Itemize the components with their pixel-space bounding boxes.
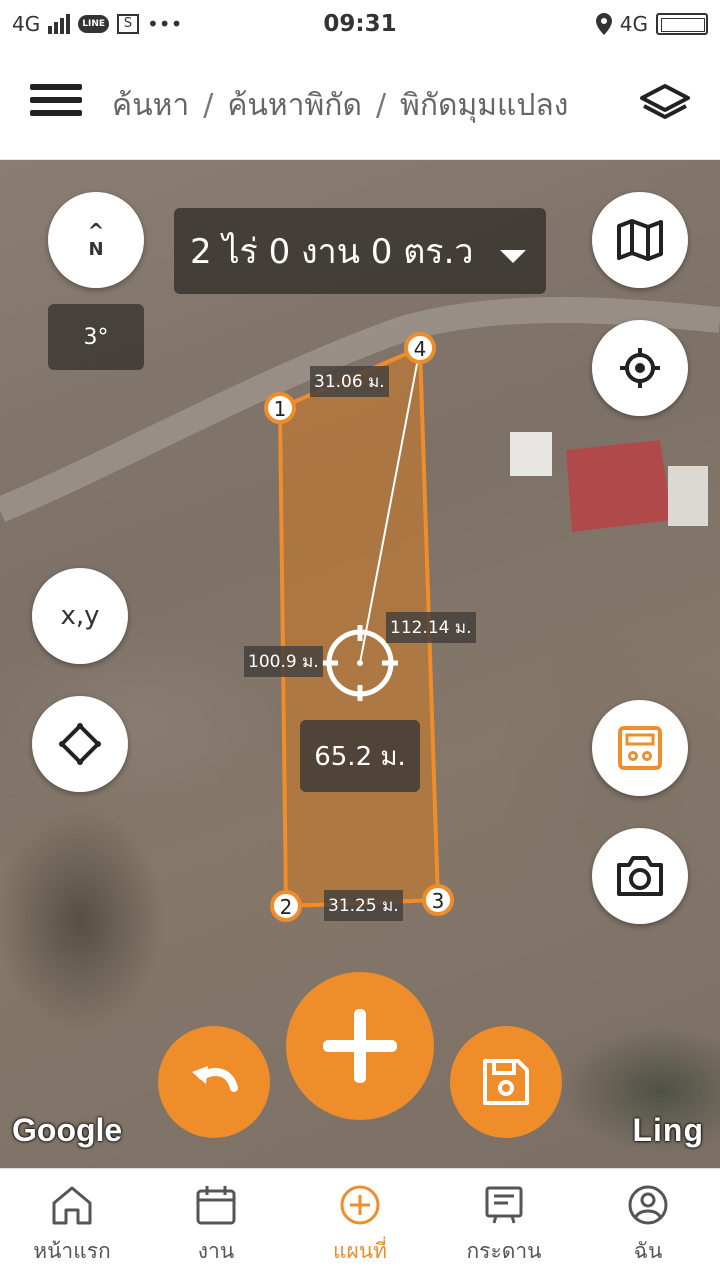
layers-icon[interactable] <box>638 82 692 126</box>
battery-icon <box>656 13 708 35</box>
edge-length-label: 100.9 ม. <box>244 646 323 677</box>
building <box>668 466 708 526</box>
network-type-right: 4G <box>619 12 648 36</box>
vertex-marker-2[interactable]: 2 <box>270 890 302 922</box>
vertex-marker-3[interactable]: 3 <box>422 884 454 916</box>
compass-letter: N <box>88 239 104 260</box>
undo-icon <box>192 1066 238 1092</box>
satellite-map[interactable]: 1 2 3 4 ^ N 3° 2 ไร่ 0 งาน 0 ตร.ว x,y 31… <box>0 160 720 1168</box>
nav-home[interactable]: หน้าแรก <box>0 1169 144 1280</box>
building-red-roof <box>566 440 672 532</box>
vertex-label: 2 <box>280 895 293 919</box>
calendar-icon <box>196 1186 236 1225</box>
nav-jobs[interactable]: งาน <box>144 1169 288 1280</box>
breadcrumb-separator: / <box>375 88 387 123</box>
map-icon <box>617 219 663 261</box>
calculator-icon <box>618 726 662 770</box>
area-value: 2 ไร่ 0 งาน 0 ตร.ว <box>190 232 474 272</box>
crosshair-location-icon <box>620 348 660 388</box>
location-pin-icon <box>595 13 612 35</box>
nav-me[interactable]: ฉัน <box>576 1169 720 1280</box>
diamond-icon <box>59 723 101 765</box>
breadcrumb-coordinate-search[interactable]: ค้นหาพิกัด <box>227 88 362 123</box>
nav-board[interactable]: กระดาน <box>432 1169 576 1280</box>
save-button[interactable] <box>450 1026 562 1138</box>
edge-length-label: 31.06 ม. <box>310 366 389 397</box>
undo-button[interactable] <box>158 1026 270 1138</box>
breadcrumb-search[interactable]: ค้นหา <box>112 88 189 123</box>
user-icon <box>628 1185 668 1225</box>
nav-board-label: กระดาน <box>466 1239 542 1263</box>
board-icon <box>485 1186 523 1224</box>
edge-length-label: 31.25 ม. <box>324 890 403 921</box>
add-point-button[interactable] <box>286 972 434 1120</box>
nav-me-label: ฉัน <box>633 1239 663 1263</box>
save-icon <box>483 1059 529 1105</box>
xy-label: x,y <box>60 601 100 631</box>
camera-icon <box>617 856 663 896</box>
edge-length-label: 112.14 ม. <box>386 612 476 643</box>
breadcrumb: ค้นหา / ค้นหาพิกัด / พิกัดมุมแปลง <box>112 82 568 129</box>
breadcrumb-parcel-corners: พิกัดมุมแปลง <box>400 88 569 123</box>
compass-button[interactable]: ^ N <box>48 192 144 288</box>
heading-indicator: 3° <box>48 304 144 370</box>
provider-logo: Ling <box>632 1112 704 1148</box>
home-icon <box>52 1186 92 1225</box>
compass-arrow-icon: ^ <box>87 219 105 243</box>
status-bar: 4G LINE S ••• 09:31 4G <box>0 0 720 52</box>
bottom-navigation: หน้าแรก งาน แผนที่ กระดาน ฉัน <box>0 1168 720 1280</box>
hamburger-menu-icon[interactable] <box>30 84 82 124</box>
my-location-button[interactable] <box>592 320 688 416</box>
polygon-tool-button[interactable] <box>32 696 128 792</box>
vertex-marker-1[interactable]: 1 <box>264 392 296 424</box>
nav-home-label: หน้าแรก <box>33 1239 111 1263</box>
camera-button[interactable] <box>592 828 688 924</box>
breadcrumb-separator: / <box>203 88 214 123</box>
map-type-button[interactable] <box>592 192 688 288</box>
distance-readout: 65.2 ม. <box>300 720 420 792</box>
plus-icon <box>323 1009 397 1083</box>
building <box>510 432 552 476</box>
google-logo: Google <box>12 1112 123 1148</box>
vertex-label: 3 <box>432 889 445 913</box>
area-selector[interactable]: 2 ไร่ 0 งาน 0 ตร.ว <box>174 208 546 294</box>
calculator-button[interactable] <box>592 700 688 796</box>
chevron-down-icon <box>500 250 526 263</box>
status-right: 4G <box>595 12 708 36</box>
xy-coordinate-button[interactable]: x,y <box>32 568 128 664</box>
vertex-marker-4[interactable]: 4 <box>404 332 436 364</box>
plus-circle-icon <box>340 1185 380 1225</box>
nav-map-label: แผนที่ <box>332 1239 388 1263</box>
app-header: ค้นหา / ค้นหาพิกัด / พิกัดมุมแปลง <box>0 52 720 160</box>
nav-map[interactable]: แผนที่ <box>288 1169 432 1280</box>
vertex-label: 1 <box>274 397 287 421</box>
vertex-label: 4 <box>414 337 427 361</box>
nav-jobs-label: งาน <box>197 1239 235 1263</box>
